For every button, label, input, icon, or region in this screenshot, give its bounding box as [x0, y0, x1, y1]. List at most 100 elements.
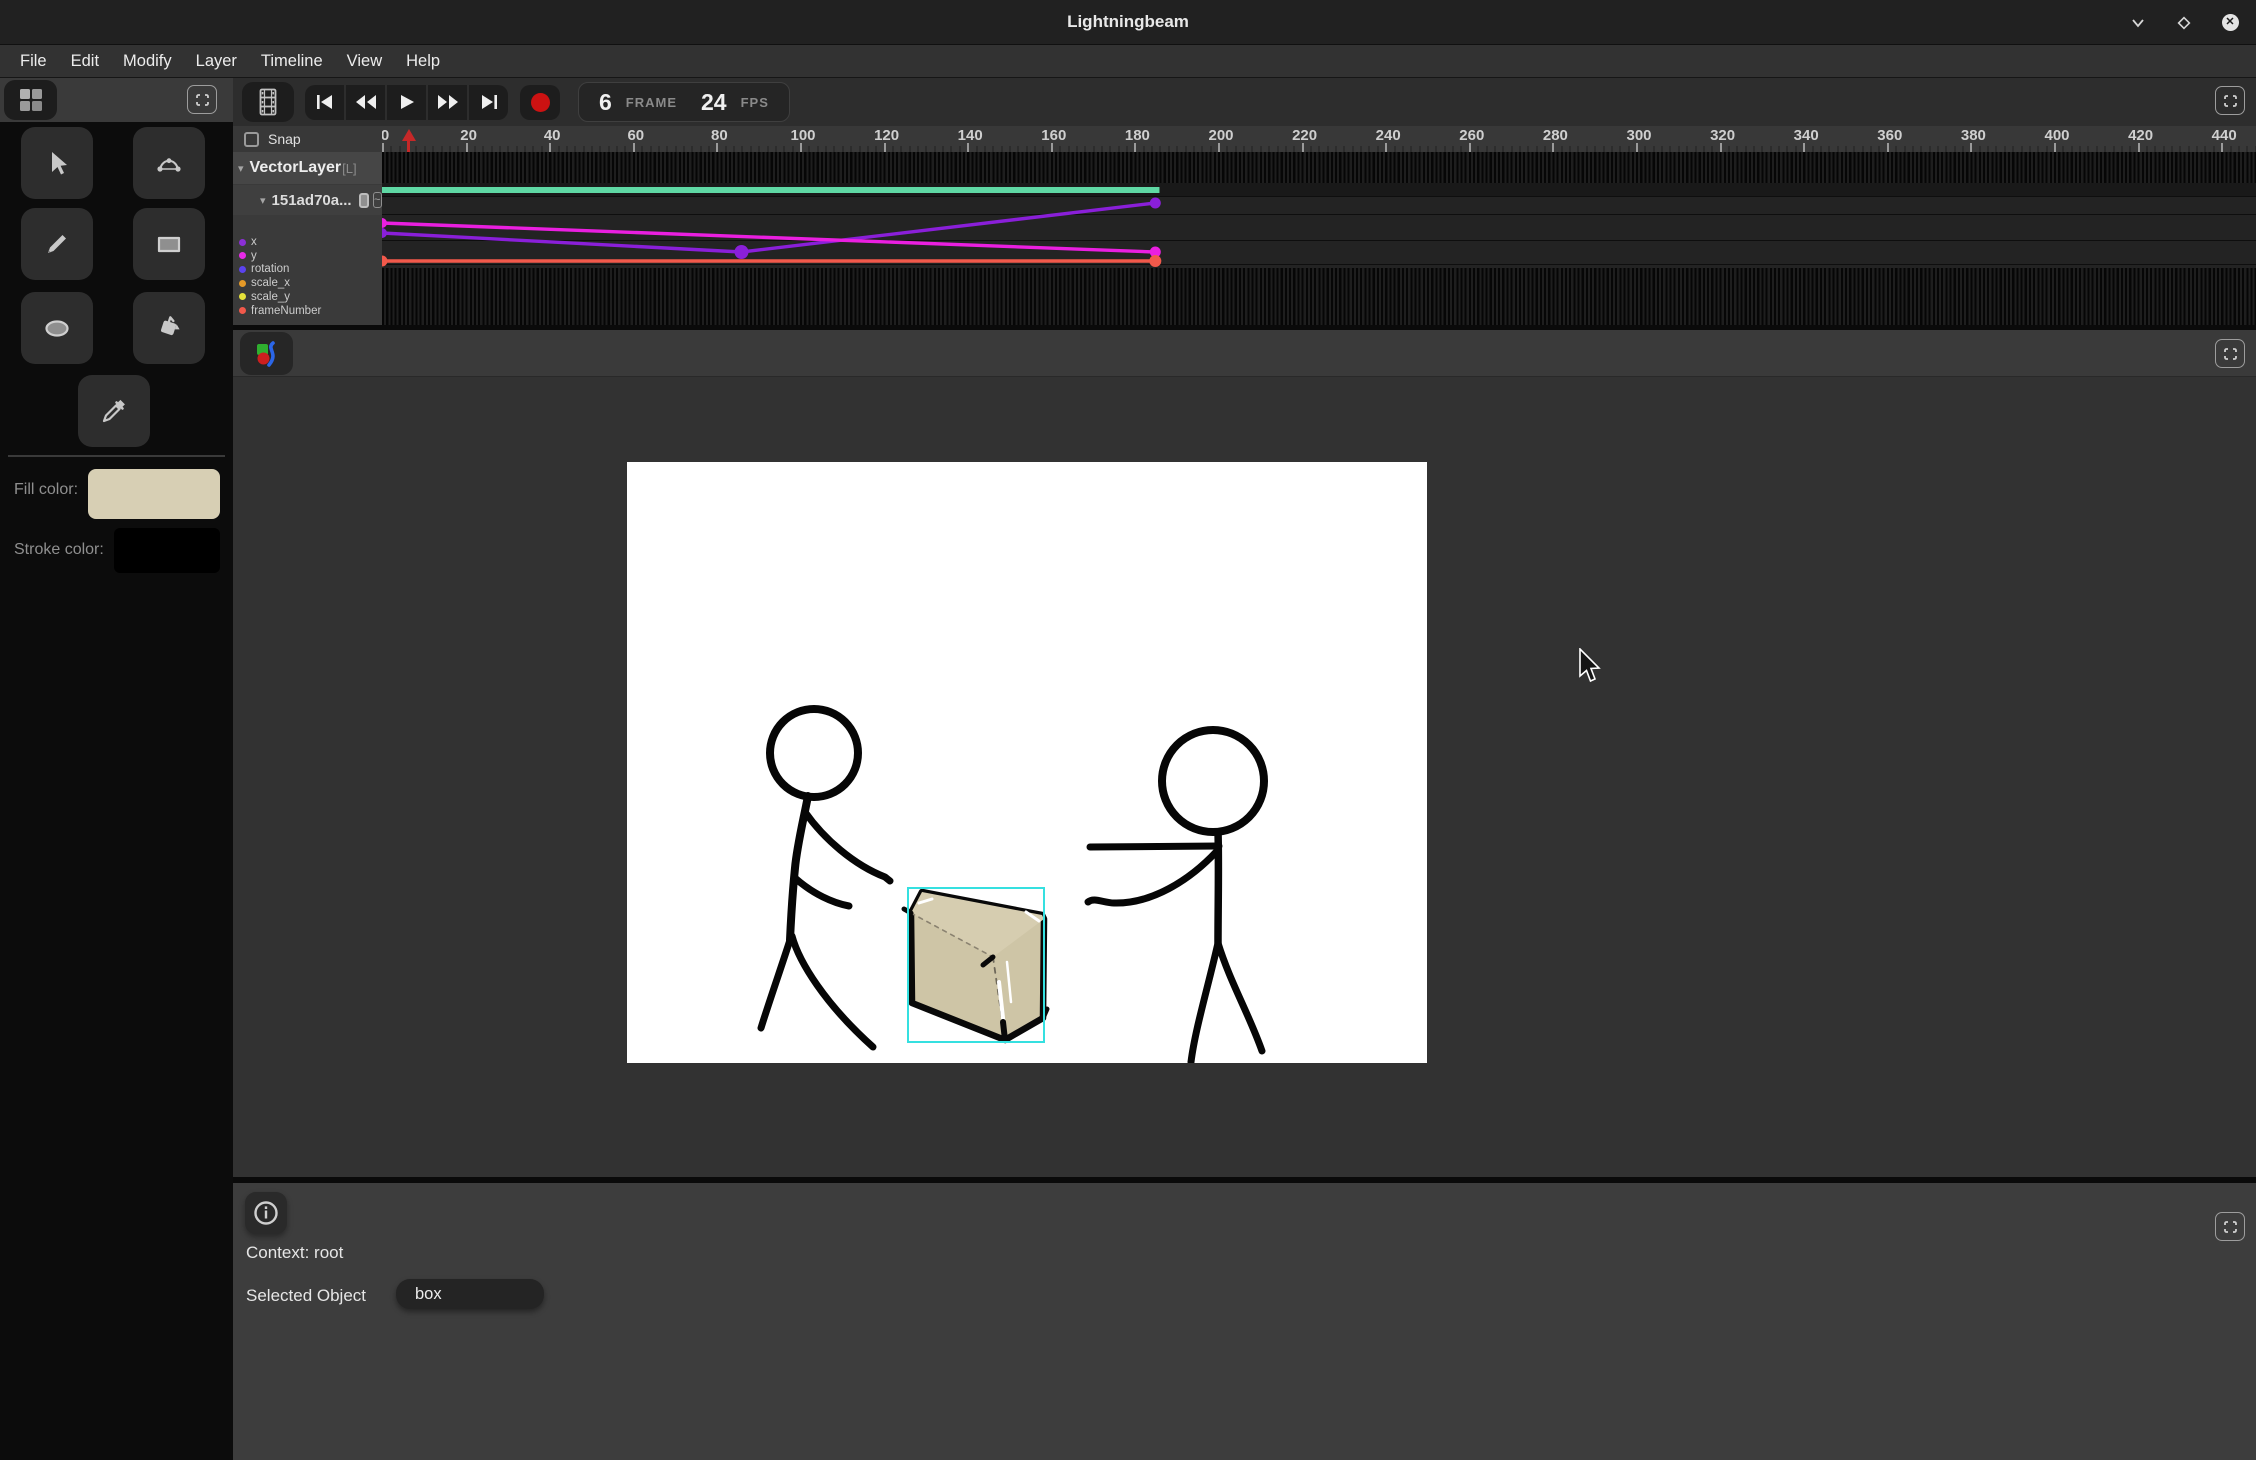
- film-button[interactable]: [242, 82, 294, 122]
- keyframe-y[interactable]: [382, 218, 387, 228]
- property-label: frameNumber: [251, 305, 321, 317]
- panel-grid-button[interactable]: [4, 80, 57, 120]
- property-row-rotation[interactable]: rotation: [233, 262, 382, 276]
- menu-item-edit[interactable]: Edit: [59, 52, 111, 71]
- menu-item-file[interactable]: File: [8, 52, 59, 71]
- skip-start-icon: [315, 93, 335, 111]
- object-row[interactable]: ▾ 151ad70a... ~: [233, 185, 382, 215]
- eyedropper-tool-button[interactable]: [78, 375, 150, 447]
- property-color-dot: [239, 239, 246, 246]
- snap-checkbox[interactable]: [244, 132, 259, 147]
- ruler-label: 60: [614, 127, 658, 144]
- bucket-tool-button[interactable]: [133, 292, 205, 364]
- fullscreen-icon: [2223, 347, 2238, 361]
- timeline-ruler[interactable]: 0204060801001201401601802002202402602803…: [382, 126, 2256, 152]
- info-icon: [253, 1200, 279, 1226]
- ruler-label: 200: [1199, 127, 1243, 144]
- record-icon: [531, 93, 550, 112]
- property-label: scale_y: [251, 291, 290, 303]
- stroke-color-swatch[interactable]: [114, 528, 220, 573]
- stick-figure-right[interactable]: [1088, 730, 1264, 1062]
- pencil-tool-button[interactable]: [21, 208, 93, 280]
- layer-clip-bar[interactable]: [382, 187, 1159, 193]
- selected-object-value: box: [415, 1285, 442, 1304]
- minimize-button[interactable]: [2128, 13, 2148, 33]
- fps-value[interactable]: 24: [701, 89, 727, 116]
- skip-end-button[interactable]: [469, 85, 508, 120]
- rewind-icon: [354, 93, 378, 111]
- inspector-expand-button[interactable]: [2215, 1212, 2245, 1241]
- menu-item-help[interactable]: Help: [394, 52, 452, 71]
- object-visibility-badge[interactable]: [359, 193, 369, 208]
- sidebar-expand-button[interactable]: [187, 85, 217, 114]
- property-row-x[interactable]: x: [233, 235, 382, 249]
- stage[interactable]: [627, 462, 1427, 1063]
- layer-column: ▾ VectorLayer[L] ▾ 151ad70a... ~ xyrotat…: [233, 152, 382, 325]
- canvas-expand-button[interactable]: [2215, 339, 2245, 368]
- vector-scene-tab[interactable]: [240, 332, 293, 375]
- selected-object-label: Selected Object: [246, 1286, 366, 1306]
- layer-name: VectorLayer: [250, 159, 342, 177]
- rewind-button[interactable]: [346, 85, 385, 120]
- property-row-y[interactable]: y: [233, 249, 382, 263]
- skip-start-button[interactable]: [305, 85, 344, 120]
- property-row-scale_x[interactable]: scale_x: [233, 276, 382, 290]
- object-tween-badge[interactable]: ~: [373, 192, 383, 208]
- select-tool-button[interactable]: [21, 127, 93, 199]
- object-disclosure-icon[interactable]: ▾: [260, 194, 266, 207]
- stick-figure-left[interactable]: [761, 709, 890, 1047]
- snap-row: Snap: [233, 126, 382, 152]
- sidebar-divider: [8, 455, 225, 457]
- fast-forward-button[interactable]: [428, 85, 467, 120]
- info-button[interactable]: [245, 1192, 287, 1234]
- node-tool-button[interactable]: [133, 127, 205, 199]
- selected-object-field[interactable]: box: [396, 1279, 544, 1309]
- layer-row-vectorlayer[interactable]: ▾ VectorLayer[L]: [233, 152, 382, 184]
- rectangle-tool-button[interactable]: [133, 208, 205, 280]
- layer-suffix: [L]: [342, 161, 356, 176]
- timeline-expand-button[interactable]: [2215, 86, 2245, 115]
- ruler-label: 400: [2035, 127, 2079, 144]
- node-icon: [154, 148, 184, 178]
- ruler-label: 320: [1701, 127, 1745, 144]
- fast-forward-icon: [436, 93, 460, 111]
- keyframe-frameNumber[interactable]: [1149, 255, 1161, 267]
- current-frame-value[interactable]: 6: [599, 89, 612, 116]
- mouse-cursor: [1578, 648, 1604, 686]
- animation-curves: [382, 152, 2256, 325]
- stroke-color-label: Stroke color:: [14, 541, 104, 559]
- playhead-stem[interactable]: [407, 140, 410, 152]
- grid-icon: [18, 87, 44, 113]
- keyframe-x[interactable]: [382, 228, 387, 238]
- eyedropper-icon: [99, 396, 129, 426]
- canvas-panel: [233, 330, 2256, 1177]
- keyframe-frameNumber[interactable]: [382, 256, 388, 267]
- ruler-label: 360: [1868, 127, 1912, 144]
- layer-disclosure-icon[interactable]: ▾: [238, 162, 244, 175]
- keyframe-x[interactable]: [1150, 198, 1161, 209]
- menu-bar: FileEditModifyLayerTimelineViewHelp: [0, 45, 2256, 78]
- close-button[interactable]: ✕: [2220, 13, 2240, 33]
- menu-item-view[interactable]: View: [335, 52, 394, 71]
- keyframe-x[interactable]: [734, 245, 748, 259]
- ruler-label: 380: [1951, 127, 1995, 144]
- box-object[interactable]: [904, 892, 1047, 1040]
- ruler-label: 420: [2119, 127, 2163, 144]
- property-row-scale_y[interactable]: scale_y: [233, 290, 382, 304]
- timeline-ruler-row: Snap 02040608010012014016018020022024026…: [233, 126, 2256, 152]
- menu-item-layer[interactable]: Layer: [184, 52, 249, 71]
- playback-controls: [305, 85, 508, 120]
- menu-item-modify[interactable]: Modify: [111, 52, 184, 71]
- property-row-frameNumber[interactable]: frameNumber: [233, 304, 382, 318]
- maximize-button[interactable]: [2174, 13, 2194, 33]
- record-button[interactable]: [520, 85, 560, 120]
- property-label: y: [251, 250, 257, 262]
- menu-item-timeline[interactable]: Timeline: [249, 52, 335, 71]
- play-button[interactable]: [387, 85, 426, 120]
- fill-color-swatch[interactable]: [88, 469, 220, 519]
- timeline-body: ▾ VectorLayer[L] ▾ 151ad70a... ~ xyrotat…: [233, 152, 2256, 325]
- ellipse-tool-button[interactable]: [21, 292, 93, 364]
- film-strip-icon: [256, 88, 280, 116]
- frames-area[interactable]: [382, 152, 2256, 325]
- property-color-dot: [239, 280, 246, 287]
